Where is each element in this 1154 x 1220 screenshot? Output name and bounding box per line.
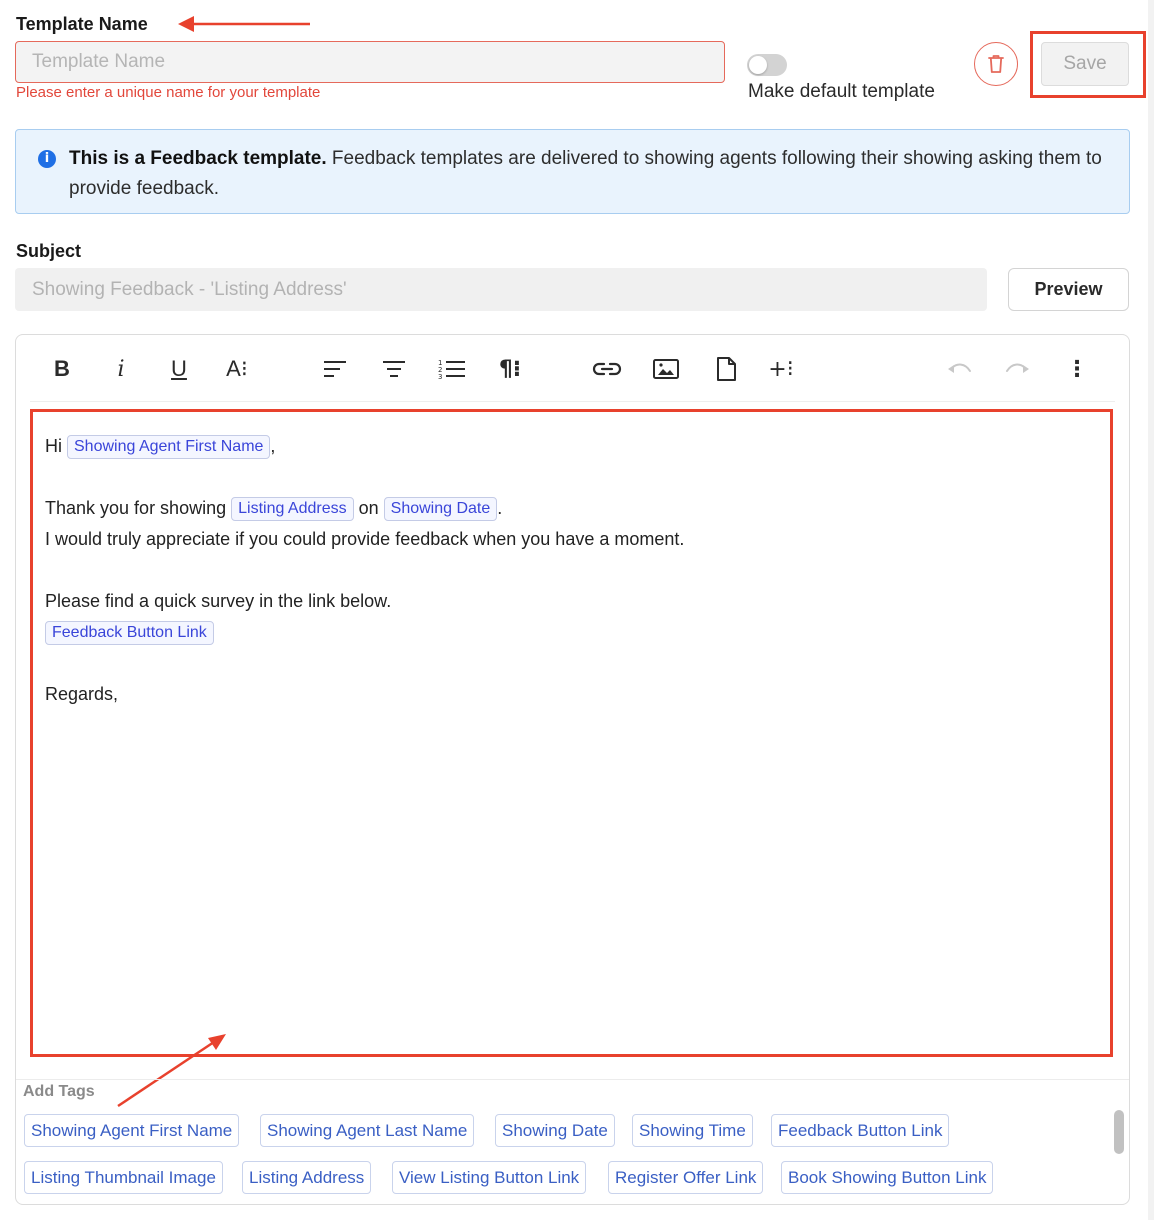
template-name-error: Please enter a unique name for your temp… (16, 84, 321, 101)
subject-label: Subject (16, 241, 82, 261)
undo-button[interactable] (944, 352, 974, 386)
merge-tag-feedback-button-link[interactable]: Feedback Button Link (45, 621, 214, 646)
align-left-icon (324, 361, 346, 377)
italic-button[interactable]: i (106, 352, 136, 386)
thanks-on-text: on (353, 498, 384, 518)
tag-view-listing-button-link[interactable]: View Listing Button Link (392, 1161, 587, 1194)
align-center-icon (383, 361, 405, 377)
body-line-regards[interactable]: Regards, (45, 682, 118, 706)
info-bold-text: This is a Feedback template. (69, 148, 327, 169)
toolbar-divider (30, 401, 1115, 402)
default-template-toggle[interactable] (747, 54, 787, 76)
greeting-comma: , (270, 436, 276, 456)
add-tags-label: Add Tags (23, 1083, 95, 1100)
delete-template-button[interactable] (974, 42, 1018, 86)
more-options-button[interactable]: ⋮ (1062, 352, 1092, 386)
ordered-list-button[interactable]: 1 2 3 (437, 352, 467, 386)
body-line-survey[interactable]: Please find a quick survey in the link b… (45, 589, 391, 613)
bold-button[interactable]: B (47, 352, 77, 386)
body-line-greeting[interactable]: Hi Showing Agent First Name, (45, 434, 276, 460)
body-line-appreciate[interactable]: I would truly appreciate if you could pr… (45, 527, 684, 551)
tags-scrollbar-thumb[interactable] (1114, 1110, 1124, 1154)
tag-listing-thumbnail-image[interactable]: Listing Thumbnail Image (24, 1161, 223, 1194)
font-size-button[interactable]: A⁝ (222, 352, 252, 386)
undo-icon (948, 363, 971, 373)
align-left-button[interactable] (320, 352, 350, 386)
annotation-arrow-left (178, 16, 310, 32)
underline-button[interactable]: U (164, 352, 194, 386)
tag-register-offer-link[interactable]: Register Offer Link (608, 1161, 764, 1194)
merge-tag-agent-first-name[interactable]: Showing Agent First Name (67, 435, 271, 460)
merge-tag-listing-address[interactable]: Listing Address (231, 497, 354, 522)
tag-showing-agent-last-name[interactable]: Showing Agent Last Name (260, 1114, 475, 1147)
merge-tag-showing-date[interactable]: Showing Date (383, 497, 498, 522)
subject-input[interactable] (15, 268, 987, 311)
align-center-button[interactable] (379, 352, 409, 386)
tag-feedback-button-link[interactable]: Feedback Button Link (771, 1114, 950, 1147)
tags-divider (16, 1079, 1129, 1080)
save-button[interactable]: Save (1041, 42, 1129, 86)
tag-listing-address[interactable]: Listing Address (242, 1161, 372, 1194)
annotation-arrow-diagonal (117, 1034, 226, 1108)
info-text: This is a Feedback template. Feedback te… (69, 144, 1109, 204)
file-icon (717, 357, 736, 381)
greeting-text: Hi (45, 436, 67, 456)
trash-icon (988, 55, 1004, 73)
thanks-period: . (497, 498, 503, 518)
tag-showing-time[interactable]: Showing Time (632, 1114, 753, 1147)
page-scroll-gutter (1148, 0, 1154, 1220)
feedback-info-banner: i This is a Feedback template. Feedback … (15, 129, 1130, 214)
toggle-knob (749, 56, 767, 74)
preview-button[interactable]: Preview (1008, 268, 1129, 311)
image-icon (653, 359, 679, 379)
redo-button[interactable] (1003, 352, 1033, 386)
template-name-label: Template Name (16, 14, 148, 34)
tag-showing-date[interactable]: Showing Date (495, 1114, 615, 1147)
insert-more-button[interactable]: +⁝ (766, 352, 796, 386)
body-line-feedback-link[interactable]: Feedback Button Link (45, 620, 214, 646)
ordered-list-icon: 1 2 3 (438, 359, 465, 380)
tag-showing-agent-first-name[interactable]: Showing Agent First Name (24, 1114, 240, 1147)
svg-text:3: 3 (438, 373, 442, 380)
thanks-text: Thank you for showing (45, 498, 232, 518)
body-line-thanks[interactable]: Thank you for showing Listing Address on… (45, 496, 503, 522)
paragraph-format-button[interactable]: ¶⁝ (495, 352, 525, 386)
insert-link-button[interactable] (592, 352, 622, 386)
tag-book-showing-button-link[interactable]: Book Showing Button Link (781, 1161, 994, 1194)
info-icon: i (38, 150, 56, 168)
redo-icon (1006, 363, 1029, 373)
default-template-label: Make default template (748, 81, 935, 102)
insert-image-button[interactable] (651, 352, 681, 386)
link-icon (592, 362, 622, 376)
template-name-input[interactable] (15, 41, 725, 83)
insert-file-button[interactable] (711, 352, 741, 386)
